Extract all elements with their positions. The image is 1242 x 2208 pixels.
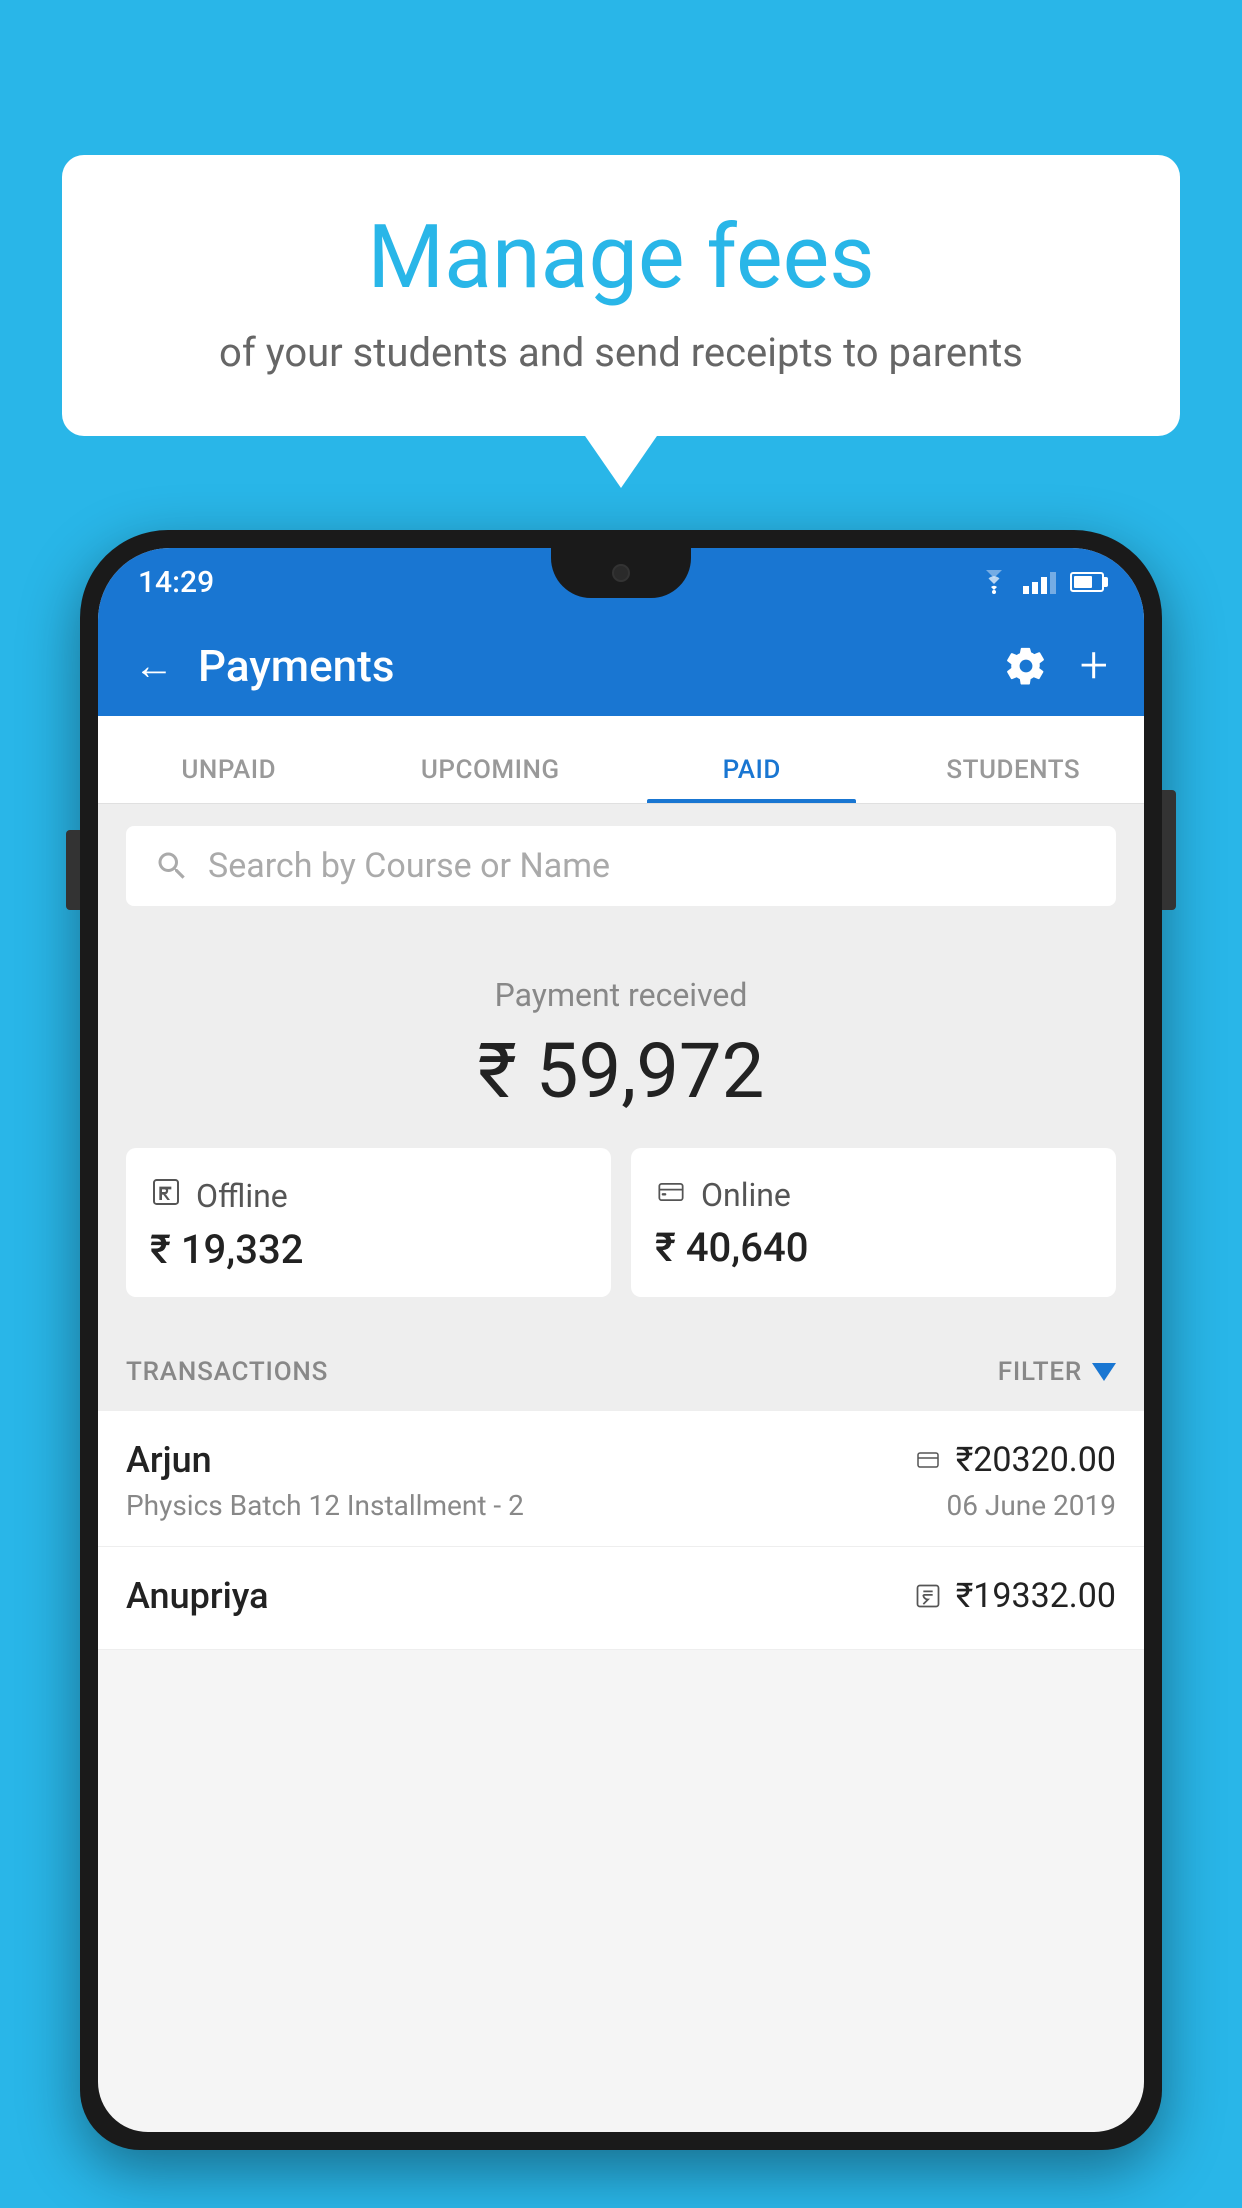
payment-type-icon — [914, 1448, 942, 1472]
transaction-amount: ₹20320.00 — [956, 1440, 1116, 1480]
filter-button[interactable]: FILTER — [998, 1357, 1116, 1387]
speech-bubble: Manage fees of your students and send re… — [62, 155, 1180, 436]
online-payment-card: Online ₹ 40,640 — [631, 1148, 1116, 1297]
search-icon — [154, 848, 190, 884]
bubble-title: Manage fees — [132, 210, 1110, 307]
transactions-label: TRANSACTIONS — [126, 1357, 328, 1387]
header-left: ← Payments — [134, 640, 394, 692]
tab-unpaid[interactable]: UNPAID — [98, 755, 360, 803]
transaction-row-top: Anupriya ₹19332.00 — [126, 1575, 1116, 1617]
transaction-course: Physics Batch 12 Installment - 2 — [126, 1489, 524, 1522]
speech-bubble-container: Manage fees of your students and send re… — [62, 155, 1180, 436]
filter-label: FILTER — [998, 1357, 1082, 1387]
transaction-row-top: Arjun ₹20320.00 — [126, 1439, 1116, 1481]
transaction-row-bottom: Physics Batch 12 Installment - 2 06 June… — [126, 1489, 1116, 1522]
wifi-icon — [979, 570, 1009, 594]
online-amount: ₹ 40,640 — [655, 1224, 1092, 1271]
header-right: + — [1004, 641, 1108, 691]
battery-fill — [1074, 576, 1092, 588]
transaction-item[interactable]: Arjun ₹20320.00 Physics Batch 12 Install… — [98, 1411, 1144, 1547]
tab-students[interactable]: STUDENTS — [883, 755, 1145, 803]
tab-paid[interactable]: PAID — [621, 755, 883, 803]
offline-payment-card: Offline ₹ 19,332 — [126, 1148, 611, 1297]
filter-icon — [1092, 1363, 1116, 1381]
status-bar: 14:29 — [98, 548, 1144, 616]
offline-type: Offline — [196, 1177, 288, 1215]
offline-card-header: Offline — [150, 1176, 587, 1216]
notch — [551, 548, 691, 598]
online-type: Online — [701, 1176, 791, 1214]
tabs-bar: UNPAID UPCOMING PAID STUDENTS — [98, 716, 1144, 804]
battery-icon — [1070, 572, 1104, 592]
offline-icon — [150, 1176, 182, 1216]
search-container: Search by Course or Name — [98, 804, 1144, 928]
status-time: 14:29 — [138, 565, 214, 600]
phone-screen: 14:29 — [98, 548, 1144, 2132]
app-header: ← Payments + — [98, 616, 1144, 716]
camera-dot — [612, 564, 630, 582]
transaction-amount-row: ₹20320.00 — [914, 1440, 1116, 1480]
transaction-name: Anupriya — [126, 1575, 269, 1617]
status-icons — [979, 570, 1104, 594]
payment-received-label: Payment received — [126, 976, 1116, 1014]
transaction-amount-row: ₹19332.00 — [914, 1576, 1116, 1616]
online-card-header: Online — [655, 1176, 1092, 1214]
back-button[interactable]: ← — [134, 646, 174, 686]
settings-icon[interactable] — [1004, 644, 1048, 688]
offline-amount: ₹ 19,332 — [150, 1226, 587, 1273]
phone-outer: 14:29 — [80, 530, 1162, 2150]
phone-wrapper: 14:29 — [80, 530, 1162, 2208]
online-icon — [655, 1176, 687, 1214]
search-bar[interactable]: Search by Course or Name — [126, 826, 1116, 906]
signal-icon — [1023, 570, 1056, 594]
add-button[interactable]: + — [1080, 641, 1108, 691]
transaction-list: Arjun ₹20320.00 Physics Batch 12 Install… — [98, 1411, 1144, 1650]
transaction-amount: ₹19332.00 — [956, 1576, 1116, 1616]
page-title: Payments — [198, 640, 394, 692]
payment-cards: Offline ₹ 19,332 — [126, 1148, 1116, 1297]
payment-received-amount: ₹ 59,972 — [126, 1026, 1116, 1116]
transaction-date: 06 June 2019 — [946, 1489, 1116, 1522]
bubble-subtitle: of your students and send receipts to pa… — [132, 329, 1110, 376]
payment-received-section: Payment received ₹ 59,972 — [98, 928, 1144, 1333]
transactions-header: TRANSACTIONS FILTER — [98, 1333, 1144, 1411]
tab-upcoming[interactable]: UPCOMING — [360, 755, 622, 803]
search-placeholder: Search by Course or Name — [208, 846, 610, 886]
payment-type-icon — [914, 1582, 942, 1610]
transaction-item[interactable]: Anupriya ₹19332.00 — [98, 1547, 1144, 1650]
transaction-name: Arjun — [126, 1439, 212, 1481]
